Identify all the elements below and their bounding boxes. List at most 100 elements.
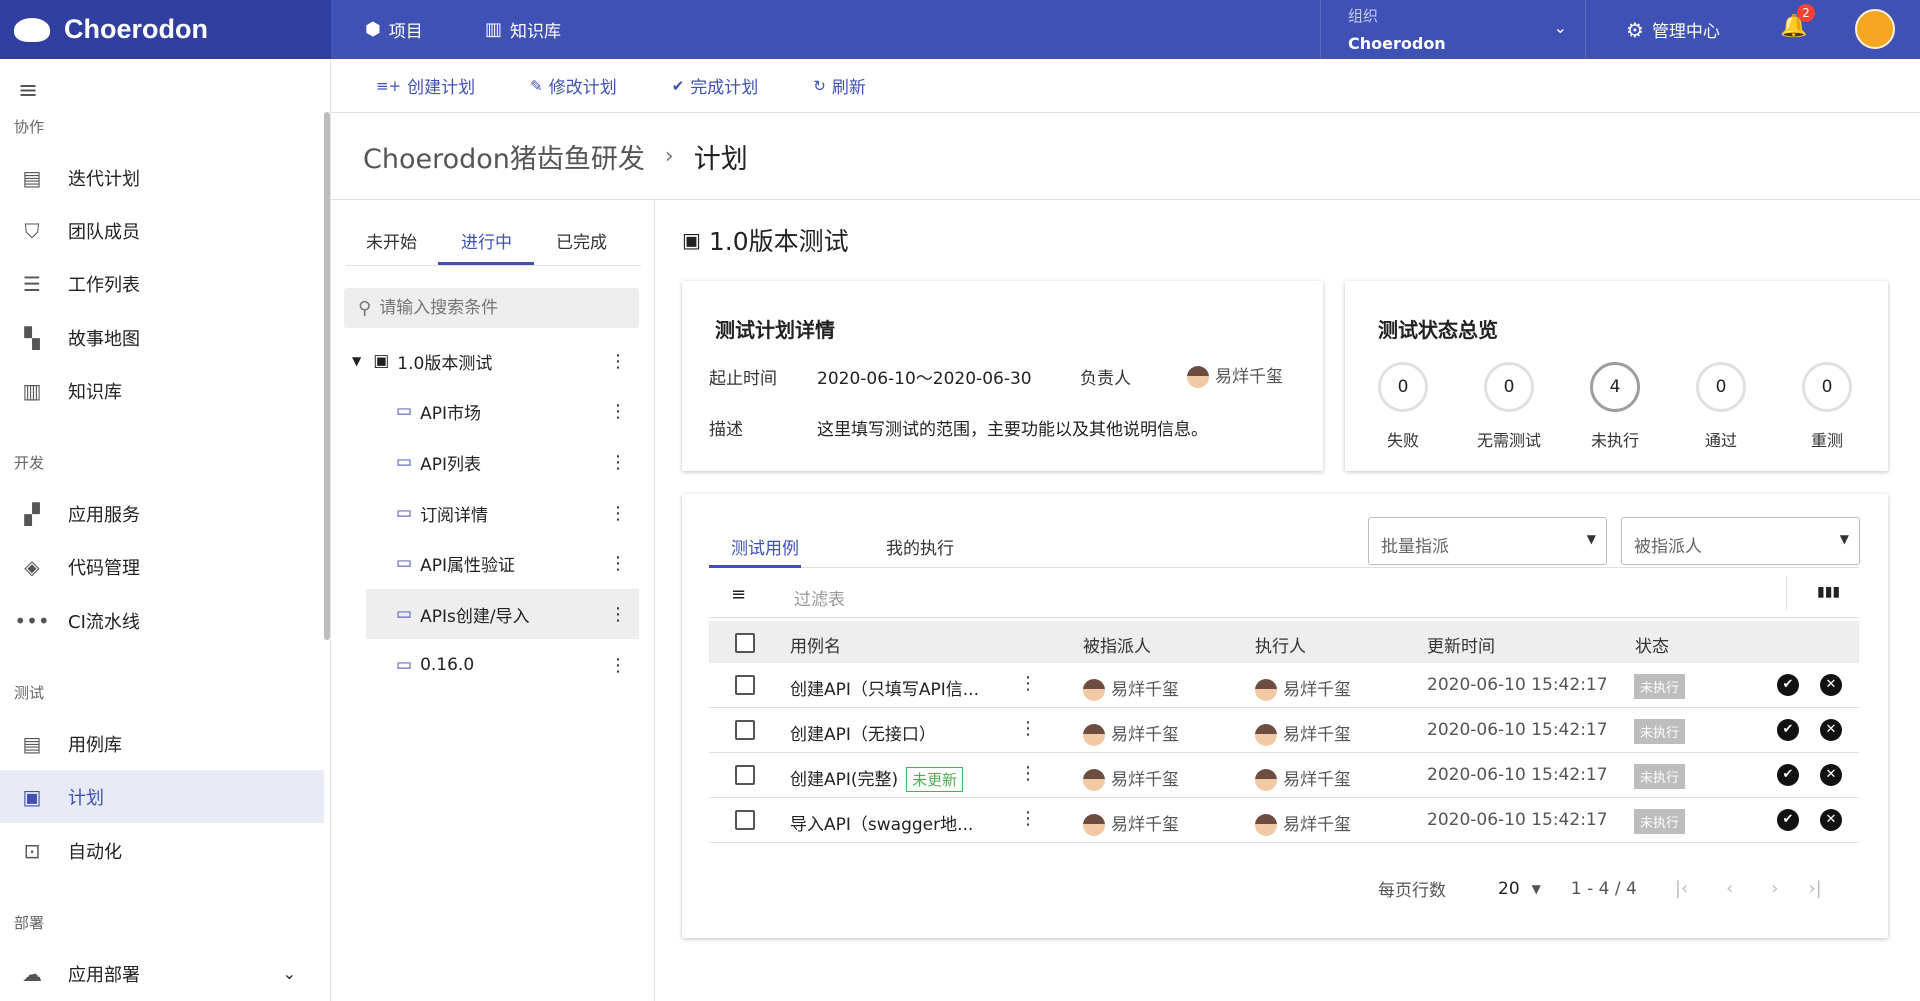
- tree-folder[interactable]: ▭ API属性验证 ⋮: [366, 538, 639, 588]
- case-name[interactable]: 创建API（无接口）: [790, 720, 936, 745]
- table-row[interactable]: 创建API（无接口） ⋮ 易烊千玺 易烊千玺 2020-06-10 15:42:…: [709, 708, 1859, 753]
- tree-folder[interactable]: ▭ API列表 ⋮: [366, 437, 639, 487]
- sidebar-item-automation[interactable]: ⊡ 自动化: [0, 824, 324, 877]
- edit-plan-button[interactable]: ✎ 修改计划: [530, 73, 617, 99]
- tab-in-progress[interactable]: 进行中: [461, 228, 512, 253]
- next-page-icon[interactable]: ›: [1771, 878, 1778, 899]
- tree-folder-label: API属性验证: [420, 555, 515, 576]
- status-count-skip[interactable]: 0: [1484, 362, 1534, 412]
- create-plan-button[interactable]: ≡+ 创建计划: [376, 73, 475, 99]
- plan-search[interactable]: ⚲: [344, 288, 639, 328]
- tab-my-executions[interactable]: 我的执行: [886, 534, 954, 559]
- assignee-cell: 易烊千玺: [1083, 675, 1179, 701]
- fish-logo-icon: [14, 17, 50, 42]
- org-selector[interactable]: 组织 Choerodon ⌄: [1320, 0, 1586, 59]
- filter-icon[interactable]: ≡: [731, 584, 746, 605]
- tree-folder-label: API市场: [420, 403, 481, 424]
- more-vertical-icon[interactable]: ⋮: [1019, 718, 1037, 739]
- fail-icon[interactable]: ✕: [1820, 764, 1842, 786]
- row-checkbox[interactable]: [735, 765, 755, 785]
- table-row[interactable]: 导入API（swagger地... ⋮ 易烊千玺 易烊千玺 2020-06-10…: [709, 798, 1859, 843]
- refresh-button[interactable]: ↻ 刷新: [813, 73, 866, 99]
- more-vertical-icon[interactable]: ⋮: [609, 503, 627, 524]
- sidebar-item-plan[interactable]: ▣ 计划: [0, 770, 324, 823]
- more-vertical-icon[interactable]: ⋮: [609, 401, 627, 422]
- table-row[interactable]: 创建API（只填写API信... ⋮ 易烊千玺 易烊千玺 2020-06-10 …: [709, 663, 1859, 708]
- status-count-retest[interactable]: 0: [1802, 362, 1852, 412]
- sidebar-item-iteration[interactable]: ▤ 迭代计划: [0, 151, 324, 204]
- filter-input[interactable]: 过滤表: [794, 585, 845, 610]
- logo[interactable]: Choerodon: [0, 0, 331, 59]
- table-row[interactable]: 创建API(完整) 未更新 ⋮ 易烊千玺 易烊千玺 2020-06-10 15:4…: [709, 753, 1859, 798]
- assignee-select[interactable]: 被指派人 ▼: [1621, 517, 1860, 565]
- nav-knowledge[interactable]: ▥ 知识库: [485, 0, 561, 59]
- gear-icon: ⚙: [1626, 17, 1644, 42]
- refresh-label: 刷新: [831, 78, 866, 98]
- pass-icon[interactable]: ✔: [1777, 674, 1799, 696]
- toolbar: ≡+ 创建计划 ✎ 修改计划 ✔ 完成计划 ↻ 刷新: [331, 59, 1920, 113]
- row-checkbox[interactable]: [735, 810, 755, 830]
- tree-folder[interactable]: ▭ API市场 ⋮: [366, 386, 639, 436]
- sidebar-item-team[interactable]: ⛉ 团队成员: [0, 204, 324, 257]
- breadcrumb-project[interactable]: Choerodon猪齿鱼研发: [363, 137, 645, 176]
- fail-icon[interactable]: ✕: [1820, 809, 1842, 831]
- status-count-failed[interactable]: 0: [1378, 362, 1428, 412]
- tree-node-root[interactable]: ▼ ▣ 1.0版本测试 ⋮: [344, 336, 639, 386]
- management-center-button[interactable]: ⚙ 管理中心: [1626, 0, 1720, 59]
- case-name[interactable]: 创建API（只填写API信...: [790, 675, 979, 700]
- page-size-select[interactable]: 20: [1498, 879, 1520, 899]
- tab-test-cases[interactable]: 测试用例: [731, 534, 799, 559]
- case-name-cell[interactable]: 创建API(完整) 未更新: [790, 765, 964, 792]
- first-page-icon[interactable]: |‹: [1675, 878, 1688, 899]
- sidebar-item-app-service[interactable]: ▞ 应用服务: [0, 487, 324, 540]
- nav-projects[interactable]: ⬢ 项目: [365, 0, 423, 59]
- sidebar-scrollbar[interactable]: [324, 112, 330, 640]
- pass-icon[interactable]: ✔: [1777, 719, 1799, 741]
- status-count-passed[interactable]: 0: [1696, 362, 1746, 412]
- case-name[interactable]: 导入API（swagger地...: [790, 810, 973, 835]
- tree-folder-selected[interactable]: ▭ APIs创建/导入 ⋮: [366, 589, 639, 639]
- more-vertical-icon[interactable]: ⋮: [609, 351, 627, 372]
- row-checkbox[interactable]: [735, 720, 755, 740]
- more-vertical-icon[interactable]: ⋮: [1019, 673, 1037, 694]
- sidebar-item-code[interactable]: ◈ 代码管理: [0, 540, 324, 593]
- notification-button[interactable]: 🔔 2: [1780, 4, 1815, 39]
- more-vertical-icon[interactable]: ⋮: [609, 452, 627, 473]
- fail-icon[interactable]: ✕: [1820, 674, 1842, 696]
- select-all-checkbox[interactable]: [735, 633, 755, 653]
- sidebar-item-caselib[interactable]: ▤ 用例库: [0, 717, 324, 770]
- more-vertical-icon[interactable]: ⋮: [1019, 763, 1037, 784]
- pass-icon[interactable]: ✔: [1777, 764, 1799, 786]
- sidebar-item-worklist[interactable]: ☰ 工作列表: [0, 257, 324, 310]
- sidebar-item-knowledge[interactable]: ▥ 知识库: [0, 364, 324, 417]
- last-page-icon[interactable]: ›|: [1808, 878, 1821, 899]
- complete-plan-button[interactable]: ✔ 完成计划: [672, 73, 759, 99]
- folder-icon: ▭: [396, 655, 413, 675]
- pass-icon[interactable]: ✔: [1777, 809, 1799, 831]
- more-vertical-icon[interactable]: ⋮: [1019, 808, 1037, 829]
- sidebar-item-deploy[interactable]: ☁ 应用部署 ⌄: [0, 947, 324, 1000]
- tab-completed[interactable]: 已完成: [556, 228, 607, 253]
- more-vertical-icon[interactable]: ⋮: [609, 604, 627, 625]
- fail-icon[interactable]: ✕: [1820, 719, 1842, 741]
- status-count-pending[interactable]: 4: [1590, 362, 1640, 412]
- search-input[interactable]: [379, 298, 610, 318]
- columns-icon[interactable]: ▮▮▮: [1817, 584, 1840, 600]
- tree-folder[interactable]: ▭ 订阅详情 ⋮: [366, 488, 639, 538]
- status-badge: 未执行: [1634, 674, 1686, 699]
- row-checkbox[interactable]: [735, 675, 755, 695]
- batch-assign-label: 批量指派: [1381, 537, 1449, 557]
- more-vertical-icon[interactable]: ⋮: [609, 553, 627, 574]
- avatar: [1255, 679, 1277, 701]
- prev-page-icon[interactable]: ‹: [1726, 878, 1733, 899]
- batch-assign-select[interactable]: 批量指派 ▼: [1368, 517, 1607, 565]
- sidebar-item-ci[interactable]: ••• CI流水线: [0, 594, 324, 647]
- status-label: 重测: [1810, 431, 1843, 450]
- menu-icon[interactable]: ≡: [18, 76, 38, 104]
- section-test: 测试: [14, 684, 45, 702]
- tab-not-started[interactable]: 未开始: [366, 228, 417, 253]
- more-vertical-icon[interactable]: ⋮: [609, 655, 627, 676]
- tree-folder[interactable]: ▭ 0.16.0 ⋮: [366, 640, 639, 690]
- user-avatar[interactable]: [1855, 9, 1895, 49]
- sidebar-item-storymap[interactable]: ▚ 故事地图: [0, 311, 324, 364]
